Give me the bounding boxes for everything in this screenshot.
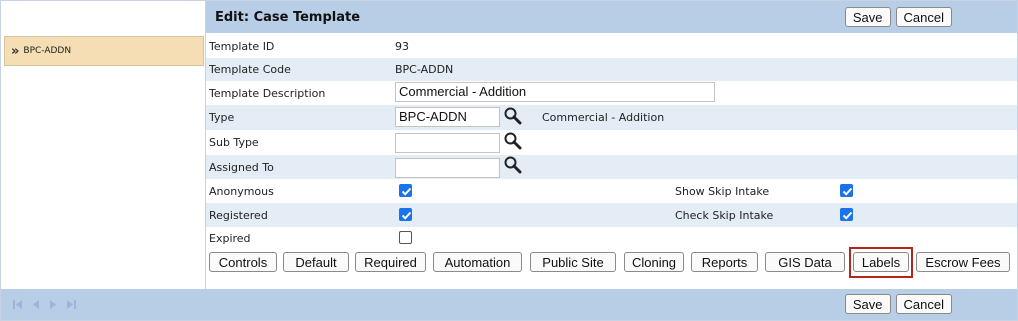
- nav-item-label: BPC-ADDN: [23, 46, 72, 56]
- template-id-label: Template ID: [209, 39, 275, 53]
- labels-button[interactable]: Labels: [853, 252, 909, 272]
- cloning-button[interactable]: Cloning: [624, 252, 684, 272]
- anonymous-label: Anonymous: [209, 184, 274, 198]
- row-assigned-to: Assigned To: [206, 155, 1017, 179]
- gis-data-button[interactable]: GIS Data: [765, 252, 845, 272]
- footer-save-button[interactable]: Save: [844, 294, 891, 314]
- page-title: Edit: Case Template: [215, 9, 361, 25]
- template-description-label: Template Description: [209, 86, 326, 100]
- template-code-label: Template Code: [209, 63, 291, 76]
- footer-actions: Save Cancel: [844, 294, 952, 314]
- assigned-to-input[interactable]: [395, 158, 500, 178]
- template-code-value: BPC-ADDN: [395, 63, 454, 76]
- edit-panel: Edit: Case Template Save Cancel Template…: [206, 1, 1017, 320]
- double-chevron-right-icon: »: [11, 43, 20, 59]
- anonymous-checkbox[interactable]: [399, 184, 412, 197]
- first-page-icon[interactable]: [11, 299, 23, 311]
- type-description: Commercial - Addition: [542, 111, 665, 124]
- panel-header: Edit: Case Template Save Cancel: [206, 1, 1017, 33]
- next-page-icon[interactable]: [47, 299, 59, 311]
- reports-button[interactable]: Reports: [691, 252, 758, 272]
- subtype-search-icon[interactable]: [503, 131, 523, 151]
- template-id-value: 93: [395, 39, 409, 53]
- save-button[interactable]: Save: [844, 7, 891, 27]
- type-input[interactable]: BPC-ADDN: [395, 107, 500, 127]
- assigned-to-label: Assigned To: [209, 160, 274, 174]
- registered-checkbox[interactable]: [399, 208, 412, 221]
- show-skip-intake-label: Show Skip Intake: [675, 184, 770, 198]
- panel-footer: Save Cancel: [206, 289, 1017, 320]
- cancel-button[interactable]: Cancel: [895, 7, 952, 27]
- subtype-label: Sub Type: [209, 136, 259, 149]
- type-label: Type: [209, 111, 235, 124]
- show-skip-intake-checkbox[interactable]: [840, 184, 853, 197]
- left-panel: » BPC-ADDN: [1, 1, 206, 320]
- row-type: Type BPC-ADDN Commercial - Addition: [206, 105, 1017, 130]
- pager-bar: [1, 289, 206, 320]
- row-template-id: Template ID 93: [206, 34, 1017, 58]
- expired-checkbox[interactable]: [399, 231, 412, 244]
- template-description-input[interactable]: Commercial - Addition: [395, 82, 715, 102]
- check-skip-intake-checkbox[interactable]: [840, 208, 853, 221]
- subtype-input[interactable]: [395, 133, 500, 153]
- row-template-description: Template Description Commercial - Additi…: [206, 81, 1017, 105]
- assigned-to-search-icon[interactable]: [503, 155, 523, 175]
- required-button[interactable]: Required: [355, 252, 426, 272]
- row-expired: Expired: [206, 227, 1017, 249]
- prev-page-icon[interactable]: [29, 299, 41, 311]
- check-skip-intake-label: Check Skip Intake: [675, 208, 774, 222]
- last-page-icon[interactable]: [65, 299, 77, 311]
- footer-cancel-button[interactable]: Cancel: [895, 294, 952, 314]
- default-button[interactable]: Default: [283, 252, 349, 272]
- controls-button[interactable]: Controls: [209, 252, 277, 272]
- expired-label: Expired: [209, 231, 251, 245]
- section-buttons: Controls Default Required Automation Pub…: [206, 247, 1017, 289]
- row-template-code: Template Code BPC-ADDN: [206, 58, 1017, 81]
- row-anonymous: Anonymous Show Skip Intake: [206, 179, 1017, 203]
- public-site-button[interactable]: Public Site: [530, 252, 616, 272]
- header-actions: Save Cancel: [844, 7, 952, 27]
- escrow-fees-button[interactable]: Escrow Fees: [916, 252, 1010, 272]
- row-subtype: Sub Type: [206, 130, 1017, 155]
- automation-button[interactable]: Automation: [433, 252, 522, 272]
- type-search-icon[interactable]: [503, 106, 523, 126]
- row-registered: Registered Check Skip Intake: [206, 203, 1017, 227]
- registered-label: Registered: [209, 208, 268, 222]
- nav-item-bpc-addn[interactable]: » BPC-ADDN: [4, 36, 204, 66]
